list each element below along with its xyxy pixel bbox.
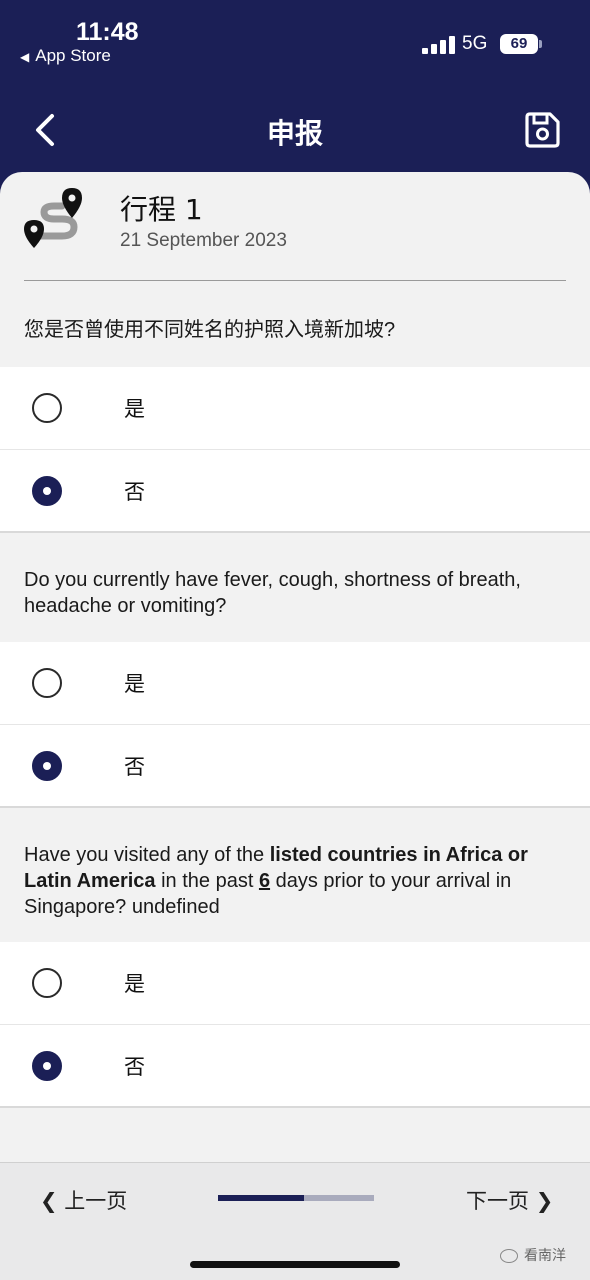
- prev-page-label: 上一页: [64, 1189, 128, 1213]
- app-header: 11:48 ◀ App Store 5G 69 申报: [0, 0, 590, 200]
- return-to-app-store[interactable]: ◀ App Store: [20, 46, 111, 66]
- question-1-text: 您是否曾使用不同姓名的护照入境新加坡?: [24, 319, 396, 341]
- battery-tip: [539, 40, 542, 48]
- trip-header: 行程 1 21 September 2023: [0, 172, 590, 280]
- divider: [24, 280, 566, 281]
- radio-selected-icon[interactable]: [32, 751, 62, 781]
- home-indicator[interactable]: [190, 1261, 400, 1268]
- next-page-button[interactable]: 下一页 ❯: [466, 1185, 553, 1215]
- trip-date: 21 September 2023: [120, 230, 287, 251]
- save-icon[interactable]: [522, 110, 562, 150]
- option-label: 否: [124, 755, 145, 779]
- question-2-text: Do you currently have fever, cough, shor…: [24, 569, 521, 617]
- option-label: 是: [124, 397, 145, 421]
- chevron-right-icon: ❯: [535, 1189, 554, 1213]
- option-label: 否: [124, 1055, 145, 1079]
- radio-selected-icon[interactable]: [32, 476, 62, 506]
- radio-unselected-icon[interactable]: [32, 968, 62, 998]
- option-label: 是: [124, 972, 145, 996]
- prev-page-button[interactable]: ❮ 上一页: [40, 1185, 127, 1215]
- signal-strength-icon: [422, 36, 456, 54]
- q2-option-yes[interactable]: 是: [0, 642, 590, 724]
- option-label: 否: [124, 480, 145, 504]
- route-pins-icon: [22, 186, 88, 252]
- radio-selected-icon[interactable]: [32, 1051, 62, 1081]
- return-app-label: App Store: [35, 46, 111, 65]
- battery-icon: 69: [500, 34, 538, 54]
- watermark: 看南洋: [500, 1245, 566, 1265]
- q1-option-yes[interactable]: 是: [0, 367, 590, 449]
- q3-text-part: in the past: [155, 870, 259, 892]
- group-divider: [0, 531, 590, 533]
- radio-unselected-icon[interactable]: [32, 393, 62, 423]
- bottom-nav-bar: ❮ 上一页 下一页 ❯ 看南洋: [0, 1162, 590, 1280]
- watermark-text: 看南洋: [524, 1248, 566, 1264]
- q3-option-yes[interactable]: 是: [0, 942, 590, 1024]
- progress-bar: [218, 1195, 374, 1201]
- q3-text-part: Have you visited any of the: [24, 844, 270, 866]
- question-3-text: Have you visited any of the listed count…: [24, 842, 564, 920]
- page-title: 申报: [266, 117, 323, 150]
- declaration-form: 行程 1 21 September 2023 您是否曾使用不同姓名的护照入境新加…: [0, 172, 590, 1170]
- wechat-icon: [500, 1249, 518, 1263]
- trip-title: 行程 1: [120, 193, 203, 226]
- q3-option-no[interactable]: 否: [0, 1025, 590, 1107]
- q3-text-days: 6: [258, 870, 271, 892]
- status-time: 11:48: [76, 18, 139, 46]
- progress-fill: [218, 1195, 304, 1201]
- group-divider: [0, 806, 590, 808]
- chevron-left-icon: ❮: [40, 1189, 58, 1213]
- group-divider: [0, 1106, 590, 1108]
- radio-unselected-icon[interactable]: [32, 668, 62, 698]
- next-page-label: 下一页: [466, 1189, 529, 1213]
- network-type: 5G: [462, 33, 488, 54]
- q1-option-no[interactable]: 否: [0, 450, 590, 532]
- option-label: 是: [124, 672, 145, 696]
- q2-option-no[interactable]: 否: [0, 725, 590, 807]
- back-triangle-icon: ◀: [20, 50, 30, 64]
